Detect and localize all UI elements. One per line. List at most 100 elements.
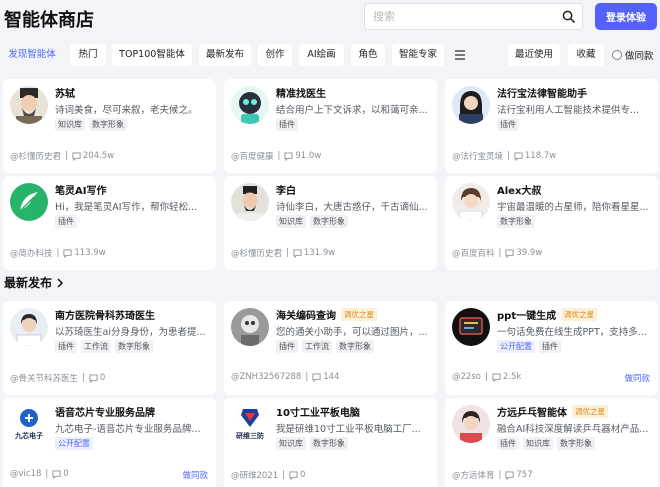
do-same-button[interactable]: 做同款 xyxy=(182,469,208,481)
card-views: 113.9w xyxy=(74,248,106,258)
login-button[interactable]: 登录体验 xyxy=(595,3,657,30)
tag: 工作流 xyxy=(81,340,111,353)
card-tags: 知识库 数字形象 xyxy=(276,215,348,228)
card-views: 131.9w xyxy=(303,248,336,258)
radio-icon[interactable] xyxy=(612,50,622,60)
tag: 插件 xyxy=(276,118,298,131)
agent-card-law[interactable]: 法行宝法律智能助手 法行宝利用人工智能技术提供专... 插件 @法行宝灵境 | 1… xyxy=(445,79,658,173)
tab-latest[interactable]: 最新发布 xyxy=(199,44,251,66)
agent-card-customs[interactable]: 海关编码查询 调优之星 您的通关小助手，可以通过图片，... 插件 工作流 数字形… xyxy=(224,301,437,395)
card-author: @法行宝灵境 xyxy=(452,152,504,162)
star-badge: 调优之星 xyxy=(561,308,598,321)
tag: 知识库 xyxy=(55,118,85,131)
tag: 数字形象 xyxy=(557,437,595,450)
card-footer: @杉懂历史君 | 204.5w xyxy=(10,151,115,162)
agent-card-biling[interactable]: 笔灵AI写作 Hi，我是笔灵AI写作，帮你轻松... 插件 @简办科技 | 113… xyxy=(3,176,216,270)
card-views: 204.5w xyxy=(82,151,115,161)
tab-hot[interactable]: 热门 xyxy=(70,44,106,66)
card-name: 李白 xyxy=(276,186,296,197)
chat-bubble-icon xyxy=(505,248,514,258)
tag: 数字形象 xyxy=(115,340,153,353)
svg-text:九芯电子: 九芯电子 xyxy=(14,431,43,440)
card-tags: 知识库 数字形象 xyxy=(276,437,348,450)
card-author: @杉懂历史君 xyxy=(10,152,62,162)
chat-bubble-icon xyxy=(52,469,61,479)
card-name: 精准找医生 xyxy=(276,89,326,100)
agent-card-libai[interactable]: 李白 诗仙李白，大唐古惑仔，千古谪仙... 知识库 数字形象 @杉懂历史君 | 1… xyxy=(224,176,437,270)
card-desc: 您的通关小助手，可以通过图片，... xyxy=(276,327,428,338)
agent-card-tablet[interactable]: 研维三防 10寸工业平板电脑 我是研维10寸工业平板电脑工厂... 知识库 数字… xyxy=(224,398,437,487)
card-footer: @百度百科 | 39.9w xyxy=(452,248,543,259)
card-footer: @22so | 2.5k xyxy=(452,372,522,382)
card-footer: @骨关节科苏医生 | 0 xyxy=(10,373,106,384)
agent-card-alex[interactable]: Alex大叔 宇宙最温暖的占星师，陪你看星星... 数字形象 @百度百科 | 39… xyxy=(445,176,658,270)
card-author: @研维2021 xyxy=(231,471,279,481)
tab-top100[interactable]: TOP100智能体 xyxy=(112,44,192,66)
section-latest-link[interactable]: 最新发布 xyxy=(4,274,64,291)
tag: 插件 xyxy=(276,340,298,353)
tab-ai-painting[interactable]: AI绘画 xyxy=(299,44,344,66)
card-tags: 插件 工作流 数字形象 xyxy=(276,340,374,353)
tag: 知识库 xyxy=(276,437,306,450)
card-views: 0 xyxy=(300,470,306,480)
card-author: @ZNH32567288 xyxy=(231,372,302,382)
card-views: 0 xyxy=(99,373,106,383)
card-name: Alex大叔 xyxy=(497,186,542,197)
card-views: 2.5k xyxy=(502,372,522,382)
tab-discover[interactable]: 发现智能体 xyxy=(5,44,59,66)
tag: 插件 xyxy=(539,340,561,353)
agent-card-su-doctor[interactable]: 南方医院骨科苏琦医生 以苏琦医生ai分身身份，为患者提... 插件 工作流 数字… xyxy=(3,301,216,395)
tag-public-config: 公开配置 xyxy=(55,437,93,450)
card-name: 10寸工业平板电脑 xyxy=(276,408,360,419)
card-footer: @法行宝灵境 | 118.7w xyxy=(452,151,557,162)
card-name: 语音芯片专业服务品牌 xyxy=(55,408,155,419)
avatar-customs xyxy=(231,308,269,346)
card-name: 南方医院骨科苏琦医生 xyxy=(55,311,155,322)
card-name: ppt一键生成 调优之星 xyxy=(497,307,598,322)
tab-recent[interactable]: 最近使用 xyxy=(508,44,560,66)
tab-role[interactable]: 角色 xyxy=(351,44,385,66)
card-desc: 九芯电子-语音芯片专业服务品牌... xyxy=(55,424,201,435)
page-title: 智能体商店 xyxy=(4,10,94,31)
search-box[interactable] xyxy=(364,3,583,30)
agent-card-ppt[interactable]: ppt一键生成 调优之星 一句话免费在线生成PPT，支持多... 公开配置 插件 … xyxy=(445,301,658,395)
avatar-libai xyxy=(231,183,269,221)
card-tags: 知识库 数字形象 xyxy=(55,118,127,131)
tag: 数字形象 xyxy=(336,340,374,353)
card-footer: @ZNH32567288 | 144 xyxy=(231,372,340,382)
card-author: @22so xyxy=(452,372,481,382)
tag: 知识库 xyxy=(523,437,553,450)
card-author: @方远体育 xyxy=(452,471,495,481)
card-footer: @vic18 | 0 xyxy=(10,469,69,479)
card-name: 海关编码查询 调优之星 xyxy=(276,307,377,322)
tab-creation[interactable]: 创作 xyxy=(258,44,292,66)
agent-card-doctor[interactable]: 精准找医生 结合用户上下文诉求，以和蔼可亲... 插件 @百度健康 | 91.0w xyxy=(224,79,437,173)
chat-bubble-icon xyxy=(63,248,72,258)
card-tags: 公开配置 插件 xyxy=(497,340,561,353)
menu-icon[interactable] xyxy=(453,48,467,62)
avatar-law xyxy=(452,86,490,124)
card-tags: 插件 工作流 数字形象 xyxy=(55,340,153,353)
card-footer: @研维2021 | 0 xyxy=(231,470,306,481)
card-footer: @百度健康 | 91.0w xyxy=(231,151,322,162)
tag: 数字形象 xyxy=(497,215,535,228)
card-desc: 诗仙李白，大唐古惑仔，千古谪仙... xyxy=(276,202,428,213)
chat-bubble-icon xyxy=(505,470,514,480)
card-author: @百度百科 xyxy=(452,249,495,259)
card-author: @杉懂历史君 xyxy=(231,249,283,259)
agent-card-pingpong[interactable]: 方远乒乓智能体 调优之星 融合AI科技深度解读乒乓器材产品... 插件 知识库 数… xyxy=(445,398,658,487)
do-same-button[interactable]: 做同款 xyxy=(624,372,650,384)
tag: 插件 xyxy=(55,340,77,353)
card-name: 苏轼 xyxy=(55,89,75,100)
search-icon[interactable] xyxy=(562,10,575,23)
agent-card-sushi[interactable]: 苏轼 诗词美食，尽可来叙，老夫候之。 知识库 数字形象 @杉懂历史君 | 204.… xyxy=(3,79,216,173)
search-input[interactable] xyxy=(365,4,550,29)
tab-favorite[interactable]: 收藏 xyxy=(568,44,604,66)
tag: 工作流 xyxy=(302,340,332,353)
tab-expert[interactable]: 智能专家 xyxy=(392,44,444,66)
card-author: @简办科技 xyxy=(10,249,53,259)
card-name: 法行宝法律智能助手 xyxy=(497,89,587,100)
tag: 知识库 xyxy=(276,215,306,228)
do-same-toggle[interactable]: 做同款 xyxy=(612,44,654,66)
agent-card-jiuxin[interactable]: 九芯电子 语音芯片专业服务品牌 九芯电子-语音芯片专业服务品牌... 公开配置 … xyxy=(3,398,216,487)
